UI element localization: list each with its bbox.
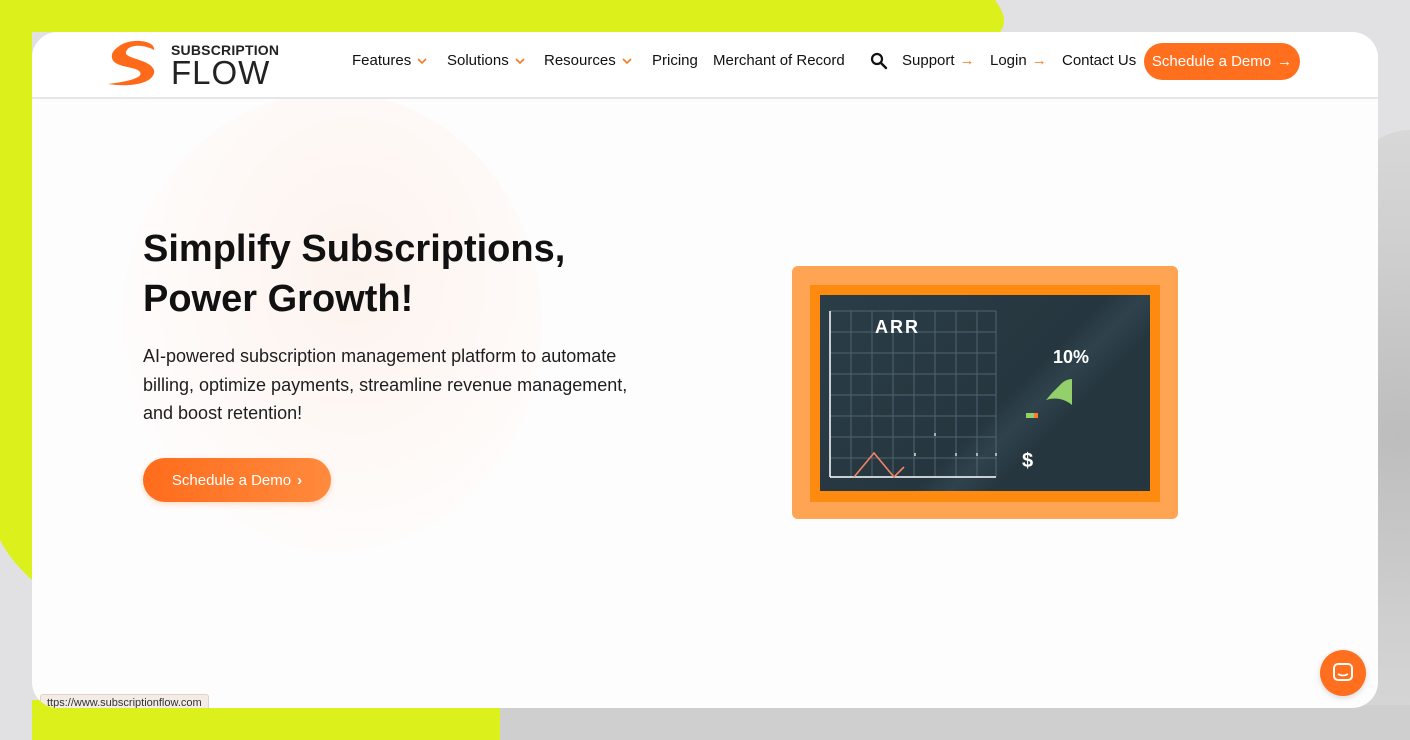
- nav-item-support[interactable]: Support →: [902, 52, 975, 69]
- arrow-right-icon: →: [1031, 52, 1047, 69]
- search-icon[interactable]: [870, 52, 888, 70]
- hero-subtext: AI-powered subscription management platf…: [143, 346, 628, 423]
- button-label: Schedule a Demo: [171, 471, 292, 489]
- nav-item-features[interactable]: Features: [352, 52, 428, 69]
- arr-grid: [829, 310, 1072, 479]
- chevron-right-icon: ›: [297, 471, 303, 489]
- background-strip: [500, 705, 1410, 740]
- swoosh-logo-icon: [108, 40, 155, 86]
- hero-headline: Simplify Subscriptions, Power Growth!: [143, 224, 663, 324]
- dollar-sign: $: [1022, 450, 1034, 472]
- nav-item-label: Merchant of Record: [713, 52, 845, 69]
- nav-item-label: Contact Us: [1062, 52, 1137, 69]
- schedule-demo-hero-button[interactable]: Schedule a Demo ›: [143, 458, 331, 502]
- chevron-down-icon: [515, 57, 525, 64]
- chat-launcher-button[interactable]: [1320, 650, 1366, 696]
- headline-line-1: Simplify Subscriptions,: [143, 228, 566, 270]
- button-label: Schedule a Demo: [1151, 53, 1272, 70]
- nav-item-label: Resources: [544, 52, 616, 69]
- nav-item-label: Solutions: [447, 52, 509, 69]
- nav-item-login[interactable]: Login →: [990, 52, 1047, 69]
- chat-icon: [1333, 663, 1353, 681]
- nav-item-merchant-of-record[interactable]: Merchant of Record: [713, 52, 845, 69]
- nav-item-label: Pricing: [652, 52, 698, 69]
- logo-wordmark-bottom: FLOW: [171, 54, 271, 91]
- arrow-right-icon: →: [1277, 53, 1293, 70]
- top-navigation: SUBSCRIPTION FLOW Features Solutions Res…: [32, 32, 1378, 99]
- nav-item-label: Features: [352, 52, 412, 69]
- chevron-down-icon: [417, 57, 427, 64]
- nav-item-solutions[interactable]: Solutions: [447, 52, 526, 69]
- nav-item-label: Login: [990, 52, 1027, 69]
- arr-illustration: ARR 10% $: [792, 266, 1178, 519]
- arrow-right-icon: →: [959, 52, 975, 69]
- headline-line-2: Power Growth!: [143, 278, 414, 320]
- schedule-demo-nav-button[interactable]: Schedule a Demo →: [1144, 43, 1300, 80]
- logo[interactable]: SUBSCRIPTION FLOW: [104, 38, 279, 91]
- chevron-down-icon: [622, 57, 632, 64]
- status-bar-url: ttps://www.subscriptionflow.com: [40, 694, 209, 708]
- nav-item-resources[interactable]: Resources: [544, 52, 633, 69]
- chart-title: ARR: [875, 317, 920, 337]
- illustration-frame: ARR 10% $: [810, 285, 1160, 502]
- growth-percent: 10%: [1053, 347, 1090, 367]
- nav-item-contact-us[interactable]: Contact Us: [1062, 52, 1136, 69]
- nav-item-pricing[interactable]: Pricing: [652, 52, 698, 69]
- chalkboard: ARR 10% $: [820, 295, 1150, 491]
- nav-item-label: Support: [902, 52, 955, 69]
- browser-page: SUBSCRIPTION FLOW Features Solutions Res…: [32, 32, 1378, 708]
